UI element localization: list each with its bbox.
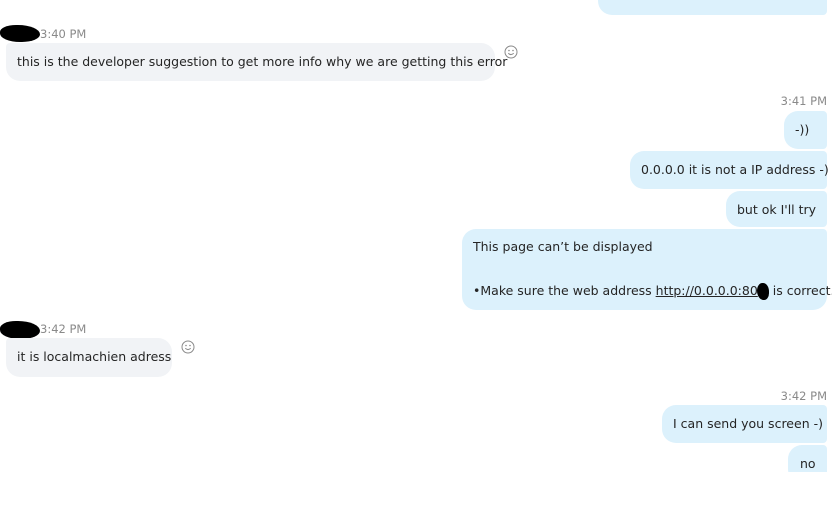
message-timestamp: 3:42 PM bbox=[780, 389, 827, 403]
smiley-add-reaction-icon[interactable] bbox=[504, 45, 518, 59]
message-text: no bbox=[800, 456, 816, 471]
sender-name-redacted bbox=[0, 25, 40, 42]
message-text: this is the developer suggestion to get … bbox=[17, 54, 508, 69]
smiley-add-reaction-icon[interactable] bbox=[181, 340, 195, 354]
chat-message-list[interactable]: why do I need to open each url? 3:40 PM … bbox=[0, 0, 832, 472]
message-timestamp: 3:41 PM bbox=[780, 94, 827, 108]
message-text: is correct. bbox=[768, 283, 832, 298]
message-text-line: •Make sure the web address http://0.0.0.… bbox=[473, 283, 832, 300]
message-timestamp: 3:42 PM bbox=[40, 322, 87, 336]
url-redacted bbox=[756, 283, 769, 300]
message-timestamp: 3:40 PM bbox=[40, 27, 87, 41]
url-link[interactable]: http://0.0.0.0:80 bbox=[656, 283, 758, 298]
message-bubble-outgoing[interactable]: I can send you screen -) bbox=[662, 405, 827, 443]
sender-name-redacted bbox=[0, 321, 40, 339]
message-text: 0.0.0.0 it is not a IP address -) bbox=[641, 162, 829, 177]
message-bubble-incoming[interactable]: it is localmachien adress bbox=[6, 338, 172, 377]
message-bubble-outgoing[interactable]: why do I need to open each url? bbox=[598, 0, 827, 15]
message-bubble-outgoing[interactable]: no bbox=[788, 445, 827, 472]
message-bubble-incoming[interactable]: this is the developer suggestion to get … bbox=[6, 43, 507, 81]
message-bubble-outgoing[interactable]: -)) bbox=[784, 111, 827, 149]
message-text: it is localmachien adress bbox=[17, 349, 172, 364]
message-text: •Make sure the web address bbox=[473, 283, 656, 298]
message-text: but ok I'll try bbox=[737, 202, 817, 217]
message-text: I can send you screen -) bbox=[673, 416, 823, 431]
message-bubble-outgoing[interactable]: but ok I'll try bbox=[726, 191, 827, 227]
message-text: -)) bbox=[795, 122, 810, 137]
message-bubble-outgoing[interactable]: This page can’t be displayed •Make sure … bbox=[462, 229, 832, 310]
message-bubble-outgoing[interactable]: 0.0.0.0 it is not a IP address -) bbox=[630, 151, 829, 189]
message-text-line: This page can’t be displayed bbox=[473, 239, 653, 254]
